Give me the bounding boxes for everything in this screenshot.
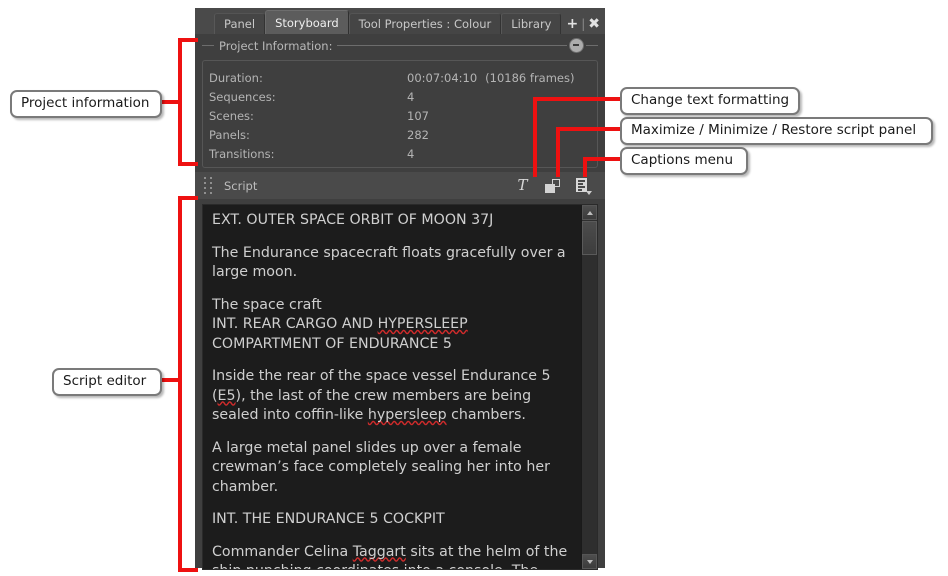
script-editor-text[interactable]: EXT. OUTER SPACE ORBIT OF MOON 37J The En…: [203, 205, 581, 569]
script-paragraph: Inside the rear of the space vessel Endu…: [212, 367, 572, 426]
tab-action-divider: |: [581, 17, 585, 31]
annotation-line-project-info-bottom-arm: [178, 162, 198, 166]
close-tab-icon[interactable]: ✖: [588, 17, 600, 31]
captions-document-icon: [575, 178, 591, 194]
chevron-down-icon: [586, 191, 592, 195]
callout-maximize-minimize-restore: Maximize / Minimize / Restore script pan…: [620, 117, 933, 145]
scroll-up-arrow-icon[interactable]: [582, 205, 597, 220]
storyboard-application-window: Panel Storyboard Tool Properties : Colou…: [195, 8, 605, 568]
duration-timecode: 00:07:04:10: [407, 71, 477, 85]
captions-menu-button[interactable]: [574, 177, 591, 194]
info-value-duration: 00:07:04:10(10186 frames): [407, 71, 574, 85]
script-paragraph: A large metal panel slides up over a fem…: [212, 439, 572, 498]
script-text-run: The Endurance spacecraft floats graceful…: [212, 245, 570, 281]
info-label-panels: Panels:: [209, 128, 407, 142]
callout-script-editor: Script editor: [52, 368, 162, 396]
scrollbar-thumb[interactable]: [582, 221, 597, 255]
info-value-panels: 282: [407, 128, 429, 142]
minus-circle-icon[interactable]: [569, 38, 584, 53]
italic-t-icon: T: [517, 178, 527, 193]
annotation-line-text-formatting-vertical: [533, 97, 537, 177]
callout-captions-menu: Captions menu: [620, 147, 748, 175]
info-label-duration: Duration:: [209, 71, 407, 85]
script-panel-header: Script T: [195, 172, 605, 199]
add-tab-icon[interactable]: +: [566, 17, 578, 31]
info-row-scenes: Scenes: 107: [209, 106, 597, 125]
info-row-duration: Duration: 00:07:04:10(10186 frames): [209, 68, 597, 87]
script-text-run: COMPARTMENT OF ENDURANCE 5: [212, 336, 452, 352]
info-label-transitions: Transitions:: [209, 147, 407, 161]
spellcheck-misspelled-word: E5: [218, 388, 236, 404]
annotation-line-restore-horizontal: [556, 127, 623, 131]
tab-bar-actions: + | ✖: [561, 13, 603, 34]
script-paragraph: Commander Celina Taggart sits at the hel…: [212, 543, 572, 570]
script-paragraph: EXT. OUTER SPACE ORBIT OF MOON 37J: [212, 211, 572, 231]
info-value-sequences: 4: [407, 90, 414, 104]
separator-line-right: [337, 45, 567, 46]
drag-grip-icon[interactable]: [201, 178, 214, 194]
tab-storyboard[interactable]: Storyboard: [265, 10, 349, 34]
callout-project-information: Project information: [10, 90, 162, 118]
info-value-scenes: 107: [407, 109, 429, 123]
script-text-run: The space craft INT. REAR CARGO AND: [212, 297, 378, 333]
script-editor-scrollbar[interactable]: [581, 205, 597, 569]
change-text-formatting-button[interactable]: T: [514, 177, 531, 194]
annotation-line-script-editor-bottom-arm: [178, 568, 198, 572]
info-label-sequences: Sequences:: [209, 90, 407, 104]
callout-change-text-formatting: Change text formatting: [620, 87, 800, 115]
info-label-scenes: Scenes:: [209, 109, 407, 123]
project-information-section-bar: Project Information:: [195, 35, 605, 56]
restore-window-icon: [545, 179, 560, 193]
script-text-run: A large metal panel slides up over a fem…: [212, 440, 554, 495]
annotation-line-script-editor-vertical: [178, 196, 182, 572]
script-text-run: chambers.: [447, 407, 526, 423]
annotation-line-captions-horizontal: [583, 157, 623, 161]
script-text-run: Commander Celina: [212, 544, 353, 560]
script-paragraph: The space craft INT. REAR CARGO AND HYPE…: [212, 296, 572, 355]
panel-tab-bar: Panel Storyboard Tool Properties : Colou…: [195, 8, 605, 34]
duration-frame-count: (10186 frames): [477, 71, 574, 85]
separator-line-left: [202, 45, 214, 46]
spellcheck-misspelled-word: HYPERSLEEP: [378, 316, 468, 332]
tab-tool-properties-colour[interactable]: Tool Properties : Colour: [349, 13, 502, 34]
script-panel-toolbar: T: [514, 177, 605, 194]
script-paragraph: The Endurance spacecraft floats graceful…: [212, 244, 572, 283]
tab-library[interactable]: Library: [501, 13, 561, 34]
scroll-down-arrow-icon[interactable]: [582, 554, 597, 569]
annotation-line-restore-vertical: [556, 127, 560, 177]
info-value-transitions: 4: [407, 147, 414, 161]
info-row-transitions: Transitions: 4: [209, 144, 597, 163]
spellcheck-misspelled-word: Taggart: [353, 544, 406, 560]
annotation-line-script-editor-top-arm: [178, 196, 198, 200]
script-editor[interactable]: EXT. OUTER SPACE ORBIT OF MOON 37J The En…: [202, 204, 598, 570]
separator-line-end: [586, 45, 598, 46]
script-paragraph: INT. THE ENDURANCE 5 COCKPIT: [212, 510, 572, 530]
script-text-run: EXT. OUTER SPACE ORBIT OF MOON 37J: [212, 212, 493, 228]
project-information-panel: Duration: 00:07:04:10(10186 frames) Sequ…: [202, 60, 598, 168]
script-text-run: INT. THE ENDURANCE 5 COCKPIT: [212, 511, 445, 527]
project-information-section-label: Project Information:: [214, 39, 337, 53]
script-panel-title: Script: [224, 179, 257, 193]
spellcheck-misspelled-word: hypersleep: [368, 407, 447, 423]
annotation-line-project-info-top-arm: [178, 38, 198, 42]
tab-panel[interactable]: Panel: [214, 13, 265, 34]
annotation-line-text-formatting-horizontal: [533, 97, 623, 101]
maximize-restore-script-panel-button[interactable]: [544, 177, 561, 194]
info-row-panels: Panels: 282: [209, 125, 597, 144]
